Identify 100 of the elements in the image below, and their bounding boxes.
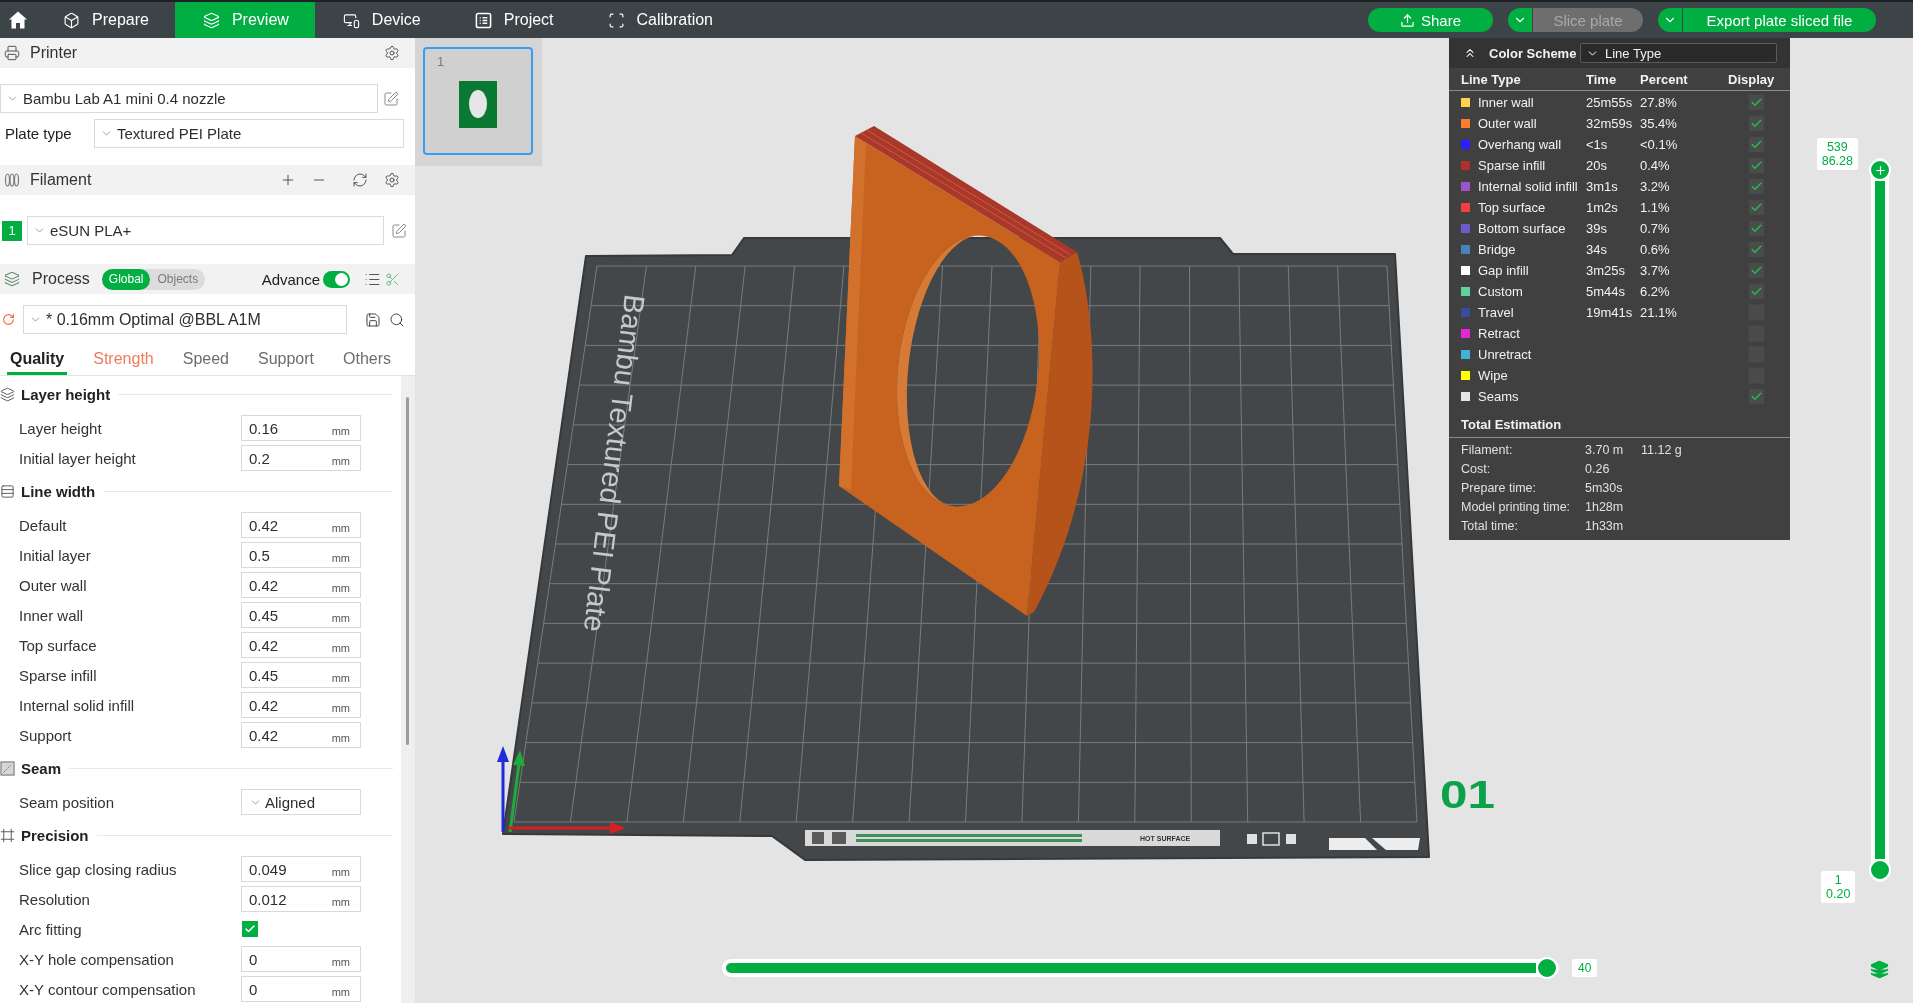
line-type-name: Retract — [1478, 326, 1521, 341]
cube-icon — [63, 11, 80, 29]
estimation-label: Model printing time: — [1461, 499, 1572, 514]
scissors-icon[interactable] — [385, 271, 400, 287]
nav-tab[interactable]: Prepare — [35, 2, 175, 38]
layer-height-value: 0.20 — [1826, 887, 1851, 901]
save-icon[interactable] — [365, 311, 381, 328]
time-value: 20s — [1586, 158, 1608, 173]
plate-type-label: Plate type — [4, 125, 73, 142]
process-preset-select[interactable]: * 0.16mm Optimal @BBL A1M — [23, 305, 347, 334]
number-field[interactable]: 0.5 mm — [241, 542, 361, 568]
estimation-title: Total Estimation — [1461, 417, 1562, 432]
dropdown-button[interactable] — [1658, 8, 1682, 32]
layers-icon — [202, 11, 220, 29]
nav-tab[interactable]: Calibration — [579, 2, 739, 38]
edit-icon[interactable] — [391, 222, 407, 239]
check-icon — [1750, 180, 1763, 193]
advance-switch[interactable] — [323, 270, 350, 288]
nav-tab[interactable]: Project — [446, 2, 580, 38]
time-value: 32m59s — [1586, 116, 1634, 131]
percent-value: 0.6% — [1640, 242, 1671, 257]
check-icon — [1750, 390, 1763, 403]
scan-icon — [607, 11, 625, 29]
number-field[interactable]: 0.42 mm — [241, 572, 361, 598]
settings-tab[interactable]: Support — [255, 345, 318, 375]
plate-type-select[interactable]: Textured PEI Plate — [94, 119, 404, 148]
collapse-icon[interactable] — [1463, 46, 1477, 60]
layer-slider-track[interactable] — [1871, 158, 1889, 882]
display-checkbox[interactable] — [1749, 95, 1764, 110]
number-field[interactable]: 0.012 mm — [241, 886, 361, 912]
setting-label: Default — [19, 516, 68, 534]
number-field[interactable]: 0.2 mm — [241, 445, 361, 471]
printer-select[interactable]: Bambu Lab A1 mini 0.4 nozzle — [0, 84, 378, 113]
setting-label: Top surface — [19, 636, 98, 654]
filament-select[interactable]: eSUN PLA+ — [27, 216, 384, 245]
home-icon[interactable] — [7, 10, 28, 30]
slider-handle[interactable] — [1869, 159, 1891, 181]
check-icon — [1750, 117, 1763, 130]
estimation-label: Filament: — [1461, 442, 1514, 457]
search-icon[interactable] — [389, 311, 405, 328]
display-checkbox[interactable] — [1749, 179, 1764, 194]
line-type-name: Inner wall — [1478, 95, 1535, 110]
select-field[interactable]: Aligned — [241, 789, 361, 815]
number-field[interactable]: 0.42 mm — [241, 632, 361, 658]
number-field[interactable]: 0.42 mm — [241, 722, 361, 748]
display-checkbox[interactable] — [1749, 284, 1764, 299]
display-checkbox[interactable] — [1749, 389, 1764, 404]
number-field[interactable]: 0.42 mm — [241, 512, 361, 538]
display-checkbox[interactable] — [1749, 242, 1764, 257]
sync-icon[interactable] — [352, 172, 368, 188]
display-checkbox[interactable] — [1749, 137, 1764, 152]
settings-tab[interactable]: Quality — [7, 345, 68, 375]
line-type-name: Travel — [1478, 305, 1515, 320]
settings-tab[interactable]: Others — [340, 345, 395, 375]
panel-title: Process — [32, 270, 90, 288]
color-scheme-select[interactable]: Line Type — [1580, 43, 1777, 63]
estimation-value: 0.26 — [1585, 461, 1611, 476]
slider-handle[interactable] — [1536, 957, 1558, 979]
rows-icon — [0, 484, 15, 499]
number-field[interactable]: 0 mm — [241, 946, 361, 972]
scrollbar-thumb[interactable] — [406, 397, 409, 745]
upload-icon — [1400, 12, 1415, 28]
line-type-name: Bridge — [1478, 242, 1517, 257]
slider-handle[interactable] — [1869, 859, 1891, 881]
layers-icon[interactable] — [1870, 960, 1889, 979]
number-field[interactable]: 0 mm — [241, 976, 361, 1002]
display-checkbox[interactable] — [1749, 116, 1764, 131]
number-field[interactable]: 0.42 mm — [241, 692, 361, 718]
time-value: 1m2s — [1586, 200, 1619, 215]
settings-icon[interactable] — [384, 172, 400, 188]
display-checkbox[interactable] — [1749, 158, 1764, 173]
settings-tab[interactable]: Speed — [179, 345, 232, 375]
setting-label: Seam position — [19, 793, 116, 811]
estimation-label: Cost: — [1461, 461, 1492, 476]
reload-icon[interactable] — [2, 313, 15, 326]
settings-icon[interactable] — [384, 45, 400, 61]
check-icon — [1750, 138, 1763, 151]
layer-height-value: 86.28 — [1821, 154, 1853, 168]
line-type-name: Unretract — [1478, 347, 1533, 362]
number-field[interactable]: 0.45 mm — [241, 662, 361, 688]
move-slider-track[interactable] — [722, 959, 1559, 977]
nav-tab[interactable]: Device — [314, 2, 447, 38]
layer-number: 539 — [1826, 140, 1848, 154]
display-checkbox[interactable] — [1749, 200, 1764, 215]
number-field[interactable]: 0.16 mm — [241, 415, 361, 441]
add-icon[interactable] — [280, 172, 296, 188]
display-checkbox[interactable] — [1749, 263, 1764, 278]
estimation-value: 11.12 g — [1641, 442, 1683, 457]
time-value: 19m41s — [1586, 305, 1634, 320]
checkbox[interactable] — [242, 921, 258, 937]
number-field[interactable]: 0.049 mm — [241, 856, 361, 882]
number-field[interactable]: 0.45 mm — [241, 602, 361, 628]
estimation-label: Prepare time: — [1461, 480, 1538, 495]
edit-icon[interactable] — [383, 90, 399, 107]
dropdown-button[interactable] — [1508, 8, 1532, 32]
layers-icon — [0, 387, 15, 402]
plate-preview — [459, 81, 497, 128]
line-type-name: Custom — [1478, 284, 1524, 299]
bed-label: Bambu Textured PEI Plate — [577, 292, 651, 634]
display-checkbox[interactable] — [1749, 221, 1764, 236]
